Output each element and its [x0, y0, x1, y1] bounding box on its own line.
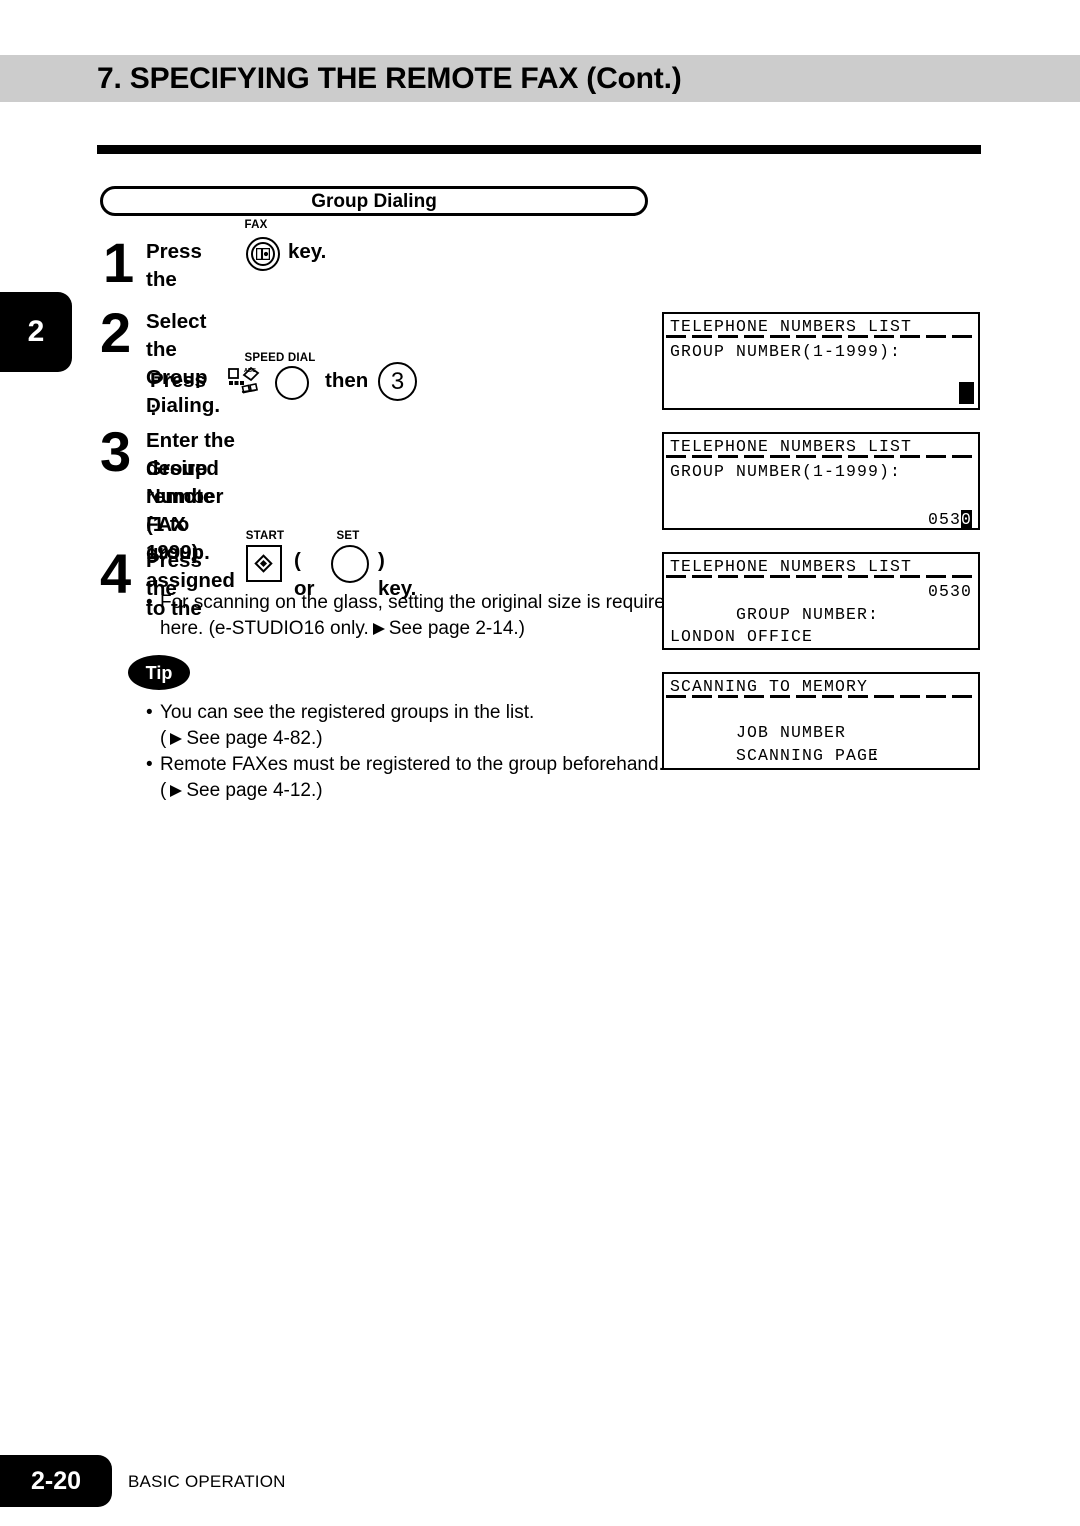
lcd-panel-1: TELEPHONE NUMBERS LIST GROUP NUMBER(1-19…	[662, 312, 980, 410]
note-2-text-a: here. (e-STUDIO16 only.	[160, 618, 369, 639]
step-2-press-label: Press :	[150, 369, 206, 420]
lcd-4-row-3-label: RESIDUAL MEMORY	[736, 769, 901, 770]
footer-page-number: 2-20	[30, 1467, 82, 1495]
lcd-4-row-1: JOB NUMBER : XXX	[670, 698, 978, 765]
chapter-tab: 2	[0, 292, 72, 372]
lcd-4-body: JOB NUMBER : XXX SCANNING PAGE : YYY RES…	[664, 696, 978, 767]
set-icon[interactable]	[331, 545, 369, 583]
lcd-panel-2: TELEPHONE NUMBERS LIST GROUP NUMBER(1-19…	[662, 432, 980, 530]
chapter-tab-number: 2	[27, 315, 45, 348]
see-page-arrow-icon	[170, 785, 183, 797]
lcd-panel-3: TELEPHONE NUMBERS LIST GROUP NUMBER: 053…	[662, 552, 980, 650]
start-key-caption: START	[245, 530, 285, 542]
tip-badge-label: Tip	[145, 663, 173, 683]
step-2-then-label: then	[325, 369, 369, 392]
see-page-arrow-icon	[372, 623, 385, 635]
lcd-panel-4: SCANNING TO MEMORY JOB NUMBER : XXX SCAN…	[662, 672, 980, 770]
tip-badge: Tip	[128, 655, 190, 690]
fax-icon[interactable]	[246, 237, 280, 271]
step-3-number: 3	[100, 420, 132, 483]
fax-key-caption: FAX	[244, 219, 268, 231]
lcd-3-group-value: 0530	[927, 582, 972, 601]
lcd-4-row-1-value: XXX	[902, 767, 935, 768]
lcd-2-line-1: GROUP NUMBER(1-1999):	[670, 462, 902, 481]
tip-1-reference: ( See page 4-82.)	[146, 726, 664, 752]
tip-1-text: You can see the registered groups in the…	[160, 702, 535, 723]
lcd-1-title: TELEPHONE NUMBERS LIST	[670, 317, 913, 336]
step-1-text-before: Press the	[146, 240, 202, 291]
lcd-4-row-3: RESIDUAL MEMORY : ZZZ%	[670, 744, 978, 767]
step-4-notes: • For scanning on the glass, setting the …	[146, 590, 675, 642]
start-icon[interactable]	[246, 545, 282, 582]
tip-1-ref-prefix: (	[160, 728, 167, 749]
svg-text:ABC: ABC	[244, 368, 256, 374]
bullet-dot-icon: •	[146, 592, 153, 613]
bullet-dot-icon: •	[146, 702, 153, 723]
footer-section-label: BASIC OPERATION	[128, 1472, 286, 1491]
lcd-2-title: TELEPHONE NUMBERS LIST	[670, 437, 913, 456]
see-page-arrow-icon	[170, 733, 183, 745]
set-key-caption: SET	[336, 530, 360, 542]
speed-dial-caption: SPEED DIAL	[244, 352, 316, 364]
lcd-3-body: GROUP NUMBER: 0530 LONDON OFFICE	[664, 576, 978, 648]
step-1-text-after: key.	[288, 240, 327, 263]
tip-2-reference: ( See page 4-12.)	[146, 778, 664, 804]
step-2-number: 2	[100, 301, 132, 364]
keypad-number-3[interactable]: 3	[378, 362, 417, 401]
section-title-pill: Group Dialing	[100, 186, 648, 216]
lcd-2-body: GROUP NUMBER(1-1999): 0530	[664, 456, 978, 529]
section-title-label: Group Dialing	[311, 191, 437, 212]
header-divider-rule	[97, 145, 981, 154]
lcd-2-value-row: 0530	[670, 508, 978, 529]
fax-machine-icon	[256, 248, 270, 260]
lcd-3-title: TELEPHONE NUMBERS LIST	[670, 557, 913, 576]
lcd-1-cursor	[959, 382, 974, 404]
note-2-text-b: See page 2-14.)	[388, 618, 525, 639]
lcd-3-group-label: GROUP NUMBER:	[736, 605, 880, 624]
tip-list: • You can see the registered groups in th…	[146, 700, 664, 804]
lcd-4-row-2: SCANNING PAGE : YYY	[670, 721, 978, 765]
note-1-text: For scanning on the glass, setting the o…	[160, 592, 676, 613]
start-diamond-icon	[254, 553, 273, 573]
lcd-2-value: 053	[927, 510, 961, 529]
tip-1-ref-text: See page 4-82.)	[186, 728, 323, 749]
tip-2-text: Remote FAXes must be registered to the g…	[160, 754, 664, 775]
tip-2-ref-text: See page 4-12.)	[186, 780, 323, 801]
lcd-4-title: SCANNING TO MEMORY	[670, 677, 869, 696]
list-item: • You can see the registered groups in th…	[146, 700, 664, 726]
list-item: • Remote FAXes must be registered to the …	[146, 752, 664, 778]
speed-dial-keypad-icon: ABC	[228, 366, 260, 394]
lcd-1-body: GROUP NUMBER(1-1999):	[664, 336, 978, 363]
lcd-2-cursor-digit: 0	[960, 510, 972, 529]
lcd-3-line-1: GROUP NUMBER: 0530	[670, 580, 978, 624]
page-title: 7. SPECIFYING THE REMOTE FAX (Cont.)	[97, 62, 682, 95]
step-4-number: 4	[100, 542, 132, 605]
note-line-1: • For scanning on the glass, setting the …	[146, 590, 675, 616]
step-1-number: 1	[103, 231, 135, 294]
bullet-dot-icon: •	[146, 754, 153, 775]
speed-dial-key[interactable]	[275, 366, 309, 400]
note-line-2: here. (e-STUDIO16 only. See page 2-14.)	[146, 616, 675, 642]
tip-2-ref-prefix: (	[160, 780, 167, 801]
footer-page-tab: 2-20	[0, 1455, 112, 1507]
lcd-1-line-1: GROUP NUMBER(1-1999):	[670, 342, 902, 361]
